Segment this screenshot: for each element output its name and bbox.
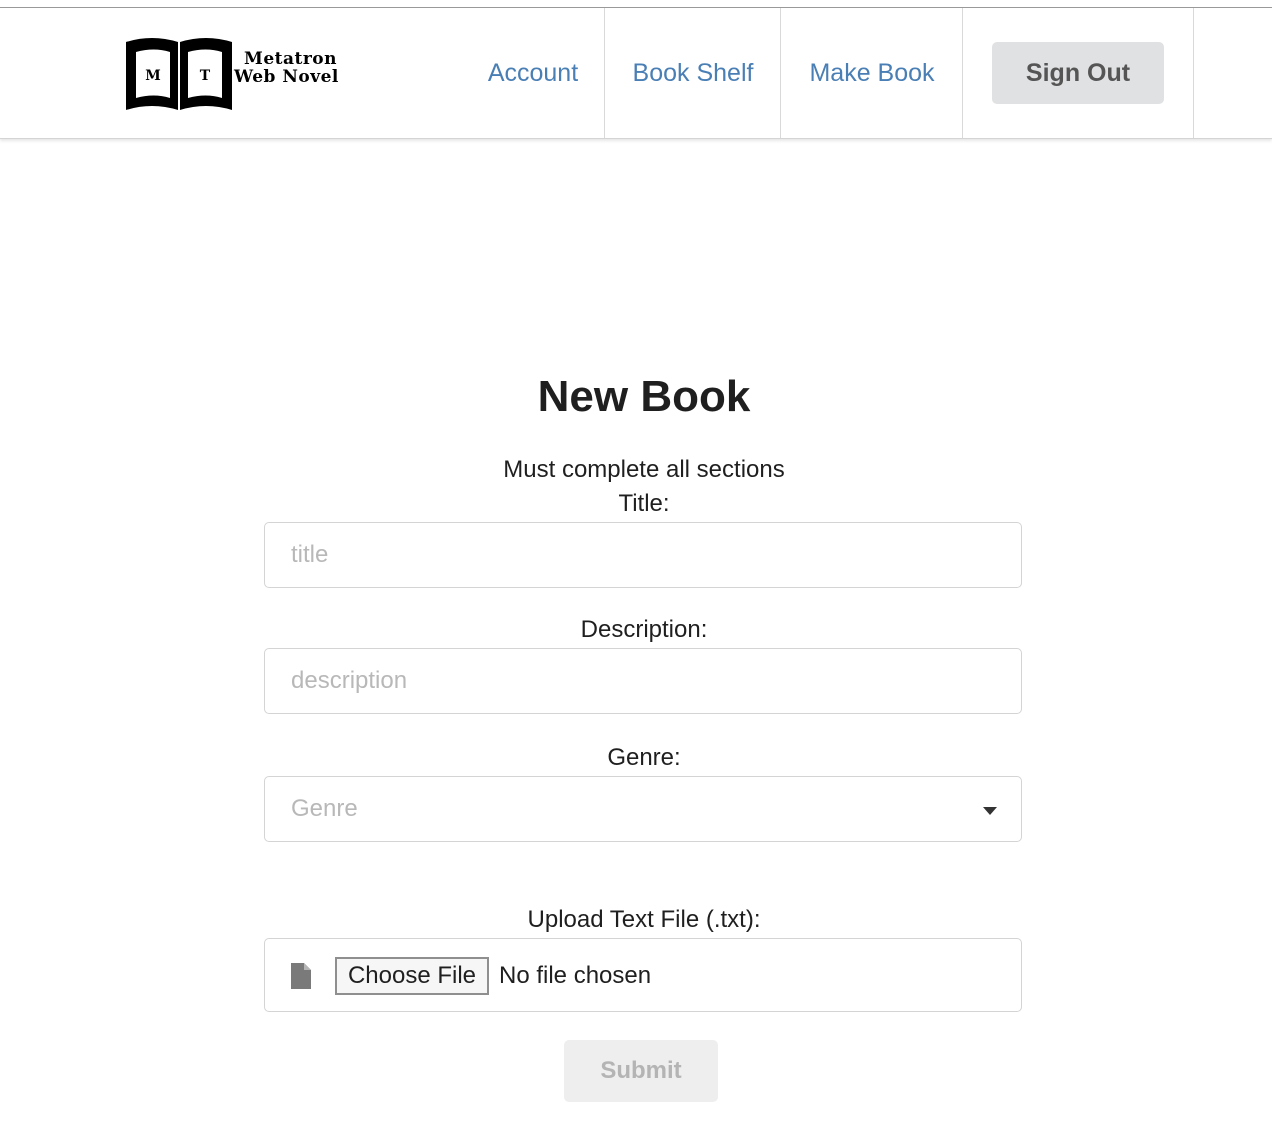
- description-field-wrapper: [264, 648, 1022, 714]
- form-instructions: Must complete all sections: [503, 456, 785, 483]
- sign-out-button[interactable]: Sign Out: [992, 42, 1164, 104]
- window-top-border: [0, 0, 1272, 8]
- genre-label: Genre:: [607, 744, 681, 771]
- title-field-wrapper: [264, 522, 1022, 588]
- open-book-icon: M T: [126, 38, 232, 110]
- nav-book-shelf[interactable]: Book Shelf: [605, 8, 781, 138]
- description-input[interactable]: [265, 649, 1021, 713]
- upload-label: Upload Text File (.txt):: [527, 906, 761, 933]
- file-status-text: No file chosen: [499, 962, 652, 989]
- nav-divider: [1193, 8, 1194, 138]
- nav-make-book[interactable]: Make Book: [781, 8, 963, 138]
- logo-line-2: Web Novel: [234, 67, 339, 87]
- choose-file-button[interactable]: Choose File: [335, 957, 489, 995]
- logo-line-1: Metatron: [244, 49, 338, 69]
- site-logo[interactable]: M T Metatron Web Novel: [124, 32, 394, 116]
- file-upload-field: Choose File No file chosen: [264, 938, 1022, 1012]
- description-label: Description:: [580, 616, 708, 643]
- submit-button[interactable]: Submit: [564, 1040, 718, 1102]
- file-icon: [291, 963, 311, 989]
- logo-wordmark: Metatron Web Novel: [234, 50, 394, 86]
- nav-divider: [962, 8, 963, 138]
- logo-letter-m: M: [145, 68, 161, 84]
- title-label: Title:: [618, 490, 670, 517]
- logo-letter-t: T: [200, 68, 211, 84]
- genre-placeholder: Genre: [291, 795, 358, 822]
- caret-down-icon: [983, 807, 997, 815]
- top-navbar: M T Metatron Web Novel Account Book Shel…: [0, 8, 1272, 139]
- page-title: New Book: [537, 372, 751, 421]
- title-input[interactable]: [265, 523, 1021, 587]
- nav-account[interactable]: Account: [462, 8, 604, 138]
- genre-dropdown[interactable]: Genre: [264, 776, 1022, 842]
